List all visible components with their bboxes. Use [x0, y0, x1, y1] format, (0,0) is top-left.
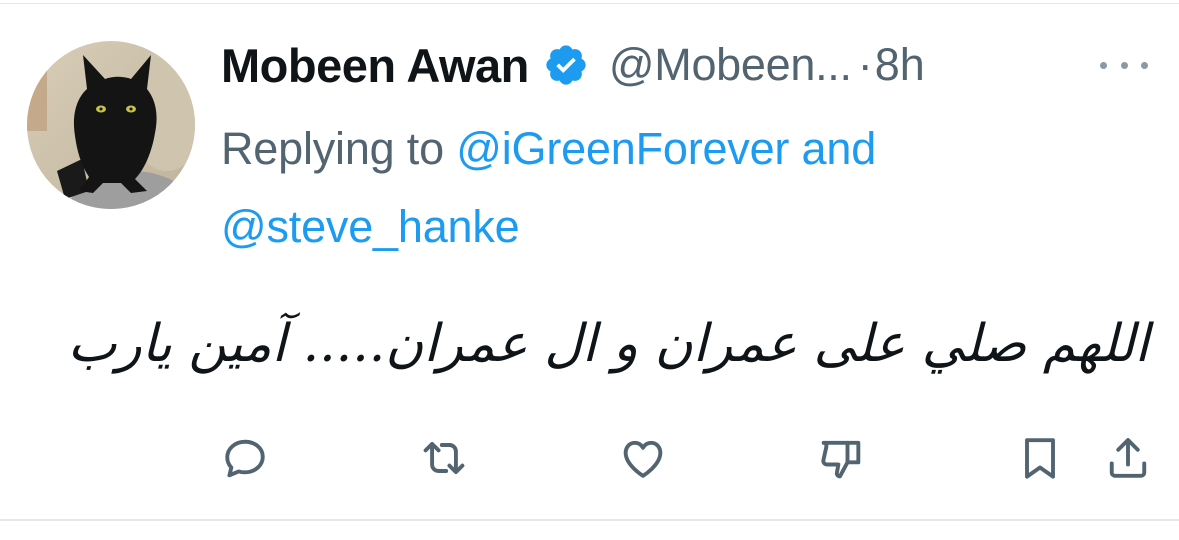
top-divider — [0, 3, 1179, 4]
share-icon[interactable] — [1100, 430, 1156, 486]
more-options-icon[interactable] — [1100, 52, 1148, 78]
downvote-icon[interactable] — [813, 430, 869, 486]
tweet-text: اللھم صلي على عمران و ال عمران..... آمين… — [67, 314, 1149, 374]
heart-icon[interactable] — [615, 430, 671, 486]
mention-joiner: and — [789, 123, 877, 174]
replying-to-label: Replying to — [221, 123, 457, 174]
tweet-header: Mobeen Awan @Mobeen... · 8h — [221, 34, 925, 96]
avatar[interactable] — [27, 41, 195, 209]
replying-to: Replying to @iGreenForever and @steve_ha… — [221, 110, 1121, 266]
verified-badge-icon — [543, 42, 589, 88]
bottom-divider — [0, 519, 1179, 521]
action-bar — [0, 430, 1179, 486]
mention-link[interactable]: @steve_hanke — [221, 201, 520, 252]
tweet-timestamp[interactable]: 8h — [875, 39, 925, 91]
mention-link[interactable]: @iGreenForever — [456, 123, 789, 174]
separator-dot: · — [857, 39, 873, 90]
author-handle[interactable]: @Mobeen... — [609, 39, 852, 91]
bookmark-icon[interactable] — [1012, 430, 1068, 486]
reply-icon[interactable] — [217, 430, 273, 486]
author-display-name[interactable]: Mobeen Awan — [221, 38, 529, 93]
retweet-icon[interactable] — [416, 430, 472, 486]
